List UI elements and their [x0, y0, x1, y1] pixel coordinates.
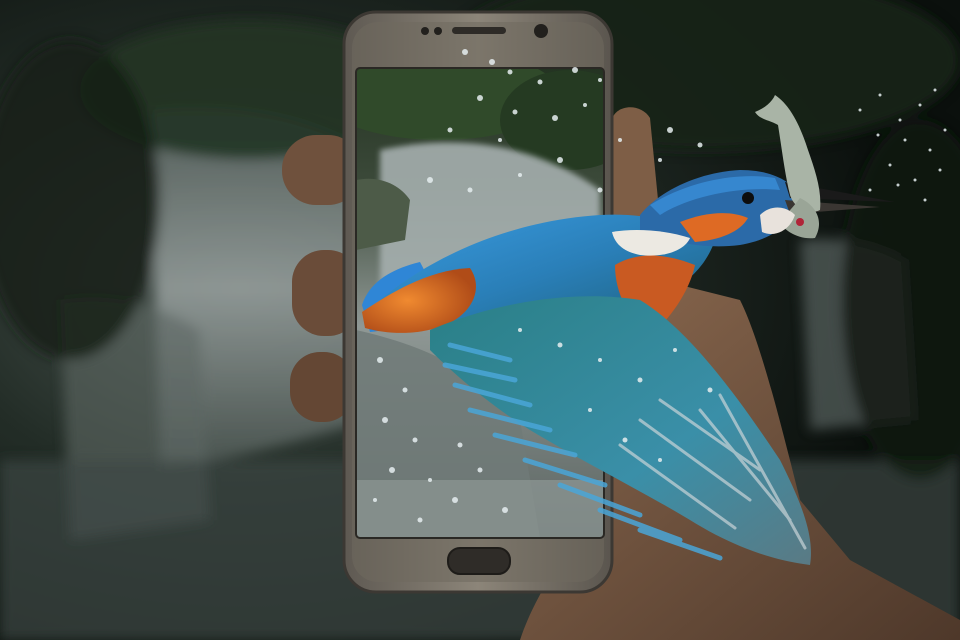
composite-photo [0, 0, 960, 640]
home-button [447, 547, 511, 575]
photo-canvas [0, 0, 960, 640]
front-camera-icon [534, 24, 548, 38]
bird-eye [742, 192, 754, 204]
fish-gill [796, 218, 804, 226]
front-sensor-icon [421, 27, 429, 35]
earpiece-speaker [452, 27, 506, 34]
